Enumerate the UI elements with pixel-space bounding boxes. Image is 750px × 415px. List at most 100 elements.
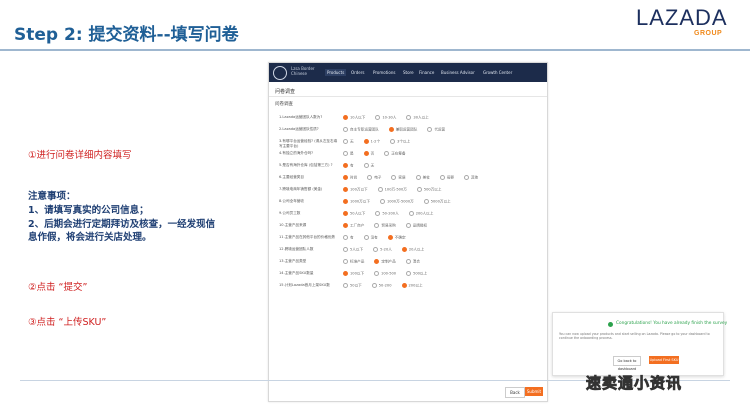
radio-option[interactable]: 5人以下: [343, 247, 363, 253]
radio-icon[interactable]: [391, 175, 397, 180]
radio-icon[interactable]: [406, 271, 412, 276]
radio-option[interactable]: 工厂自产: [343, 223, 364, 229]
radio-option[interactable]: 5000万以上: [423, 199, 451, 205]
radio-option[interactable]: 1000万以下: [343, 199, 370, 205]
nav-store[interactable]: Store: [403, 70, 414, 75]
radio-icon[interactable]: [373, 247, 379, 252]
radio-icon[interactable]: [384, 151, 390, 156]
radio-option[interactable]: 兼职运营团队: [388, 127, 417, 133]
nav-finance[interactable]: Finance: [419, 70, 434, 75]
radio-icon[interactable]: [405, 259, 411, 264]
radio-option[interactable]: 50以下: [343, 283, 362, 289]
radio-option[interactable]: 10-30人: [375, 115, 396, 121]
nav-growth-center[interactable]: Growth Center: [483, 70, 512, 75]
radio-option[interactable]: 100以下: [343, 271, 364, 277]
go-back-dashboard-button[interactable]: Go back to dashboard: [613, 356, 641, 371]
radio-option[interactable]: 标准产品: [343, 259, 364, 265]
radio-option[interactable]: 100万以下: [343, 187, 368, 193]
radio-icon[interactable]: [343, 283, 348, 288]
radio-selected-icon[interactable]: [374, 259, 380, 264]
radio-selected-icon[interactable]: [343, 115, 348, 120]
radio-option[interactable]: 有: [343, 235, 354, 241]
radio-selected-icon[interactable]: [388, 127, 394, 132]
radio-selected-icon[interactable]: [343, 211, 348, 216]
radio-option[interactable]: 3个以上: [390, 139, 410, 145]
radio-option[interactable]: 没有: [363, 235, 378, 241]
radio-icon[interactable]: [406, 115, 412, 120]
radio-option[interactable]: 1000万-5000万: [379, 199, 414, 205]
radio-selected-icon[interactable]: [363, 151, 369, 156]
radio-selected-icon[interactable]: [343, 223, 348, 228]
radio-icon[interactable]: [463, 175, 469, 180]
radio-option[interactable]: 5-20人: [373, 247, 392, 253]
radio-option[interactable]: 时尚: [343, 175, 357, 181]
radio-option[interactable]: 不确定: [387, 235, 406, 241]
radio-icon[interactable]: [415, 175, 421, 180]
radio-icon[interactable]: [390, 139, 396, 144]
radio-selected-icon[interactable]: [363, 139, 369, 144]
nav-promotions[interactable]: Promotions: [373, 70, 395, 75]
radio-icon[interactable]: [408, 211, 414, 216]
radio-icon[interactable]: [375, 115, 381, 120]
radio-option[interactable]: 是: [343, 151, 354, 157]
radio-icon[interactable]: [379, 199, 385, 204]
radio-selected-icon[interactable]: [343, 271, 348, 276]
radio-option[interactable]: 50-200人: [375, 211, 399, 217]
radio-option[interactable]: 代运营: [427, 127, 445, 133]
radio-icon[interactable]: [343, 259, 348, 264]
radio-selected-icon[interactable]: [343, 163, 348, 168]
radio-option[interactable]: 否: [363, 151, 374, 157]
radio-option[interactable]: 混合: [405, 259, 420, 265]
radio-option[interactable]: 200以上: [401, 283, 423, 289]
radio-option[interactable]: 无: [363, 163, 374, 169]
radio-option[interactable]: 500万以上: [416, 187, 441, 193]
radio-option[interactable]: 有: [343, 163, 354, 169]
radio-selected-icon[interactable]: [343, 187, 348, 192]
radio-option[interactable]: 其他: [463, 175, 478, 181]
radio-icon[interactable]: [343, 139, 348, 144]
radio-icon[interactable]: [363, 235, 369, 240]
radio-option[interactable]: 50-200: [371, 283, 392, 288]
radio-option[interactable]: 100万-500万: [377, 187, 407, 193]
radio-icon[interactable]: [374, 223, 380, 228]
radio-icon[interactable]: [377, 187, 383, 192]
radio-option[interactable]: 200人以上: [408, 211, 433, 217]
radio-icon[interactable]: [416, 187, 422, 192]
radio-icon[interactable]: [439, 175, 445, 180]
radio-option[interactable]: 品牌授权: [405, 223, 427, 229]
nav-orders[interactable]: Orders: [351, 70, 364, 75]
radio-icon[interactable]: [343, 127, 348, 132]
radio-option[interactable]: 母婴: [439, 175, 454, 181]
upload-first-sku-button[interactable]: Upload First SKU: [649, 356, 679, 364]
radio-icon[interactable]: [343, 235, 348, 240]
nav-products[interactable]: Products: [325, 69, 347, 76]
radio-option[interactable]: 500以上: [406, 271, 427, 277]
radio-icon[interactable]: [343, 151, 348, 156]
radio-option[interactable]: 电子: [367, 175, 381, 181]
radio-icon[interactable]: [367, 175, 373, 180]
radio-icon[interactable]: [374, 271, 380, 276]
radio-icon[interactable]: [343, 247, 348, 252]
radio-icon[interactable]: [363, 163, 369, 168]
radio-option[interactable]: 50人以下: [343, 211, 365, 217]
radio-selected-icon[interactable]: [401, 247, 407, 252]
radio-option[interactable]: 正在筹备: [384, 151, 406, 157]
nav-business-advisor[interactable]: Business Advisor: [441, 70, 475, 75]
radio-option[interactable]: 100-500: [374, 271, 396, 276]
radio-icon[interactable]: [371, 283, 377, 288]
radio-icon[interactable]: [405, 223, 411, 228]
radio-icon[interactable]: [427, 127, 433, 132]
radio-option[interactable]: 无: [343, 139, 354, 145]
radio-option[interactable]: 10人以下: [343, 115, 365, 121]
radio-option[interactable]: 贸易采购: [374, 223, 396, 229]
radio-selected-icon[interactable]: [343, 175, 348, 180]
radio-option[interactable]: 20人以上: [401, 247, 424, 253]
radio-icon[interactable]: [375, 211, 381, 216]
radio-selected-icon[interactable]: [401, 283, 407, 288]
radio-option[interactable]: 定制产品: [374, 259, 396, 265]
radio-selected-icon[interactable]: [343, 199, 348, 204]
back-button[interactable]: Back: [505, 387, 525, 398]
radio-option[interactable]: 30人以上: [406, 115, 429, 121]
radio-icon[interactable]: [423, 199, 429, 204]
radio-option[interactable]: 1-2个: [363, 139, 380, 145]
